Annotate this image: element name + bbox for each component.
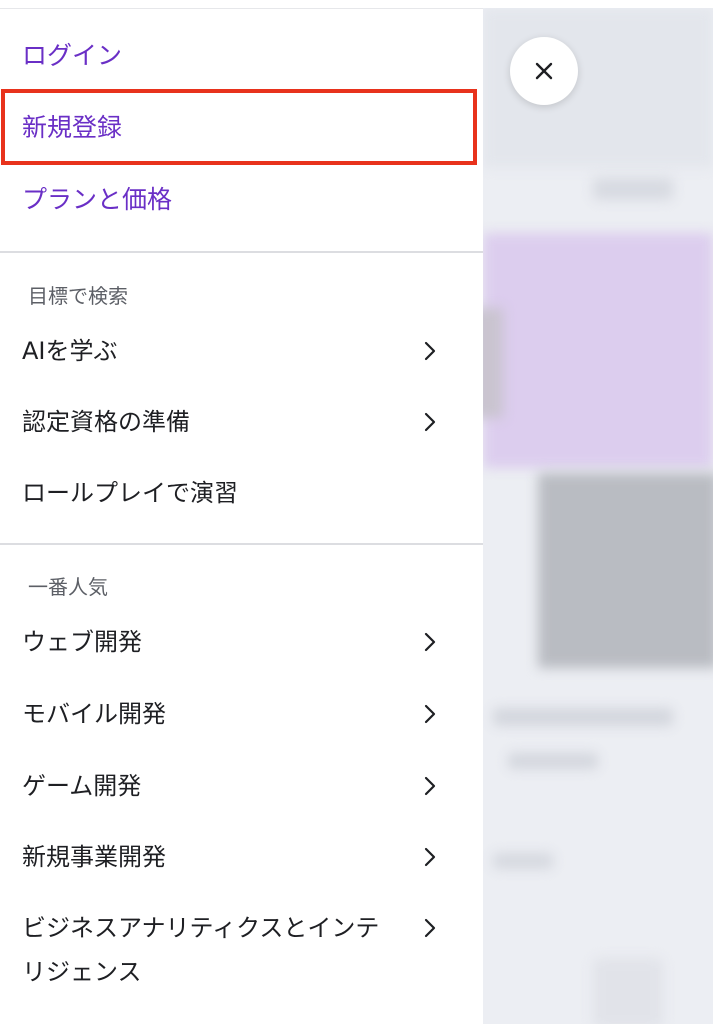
side-menu: ログイン 新規登録 プランと価格 目標で検索 AIを学ぶ 認定資格の準備 ロール… <box>0 9 483 1024</box>
menu-item-label: 認定資格の準備 <box>22 408 190 436</box>
chevron-right-icon <box>424 776 436 796</box>
close-icon <box>535 62 553 80</box>
goals-section-heading: 目標で検索 <box>28 284 128 308</box>
plans-pricing-link[interactable]: プランと価格 <box>22 184 172 216</box>
menu-item-label: ウェブ開発 <box>22 628 142 656</box>
chevron-right-icon <box>424 341 436 361</box>
chevron-right-icon <box>424 632 436 652</box>
signup-highlight-box <box>1 89 477 165</box>
chevron-right-icon <box>424 704 436 724</box>
background-page <box>483 8 713 1024</box>
menu-item-label: モバイル開発 <box>22 700 166 728</box>
chevron-right-icon <box>424 918 436 938</box>
page: ログイン 新規登録 プランと価格 目標で検索 AIを学ぶ 認定資格の準備 ロール… <box>0 0 713 1024</box>
close-menu-button[interactable] <box>510 37 578 105</box>
menu-item-label: AIを学ぶ <box>22 337 118 365</box>
menu-item-label: ビジネスアナリティクスとインテリジェンス <box>22 914 380 986</box>
divider <box>0 543 483 545</box>
chevron-right-icon <box>424 847 436 867</box>
login-link[interactable]: ログイン <box>22 40 122 72</box>
divider <box>0 251 483 253</box>
menu-item-label: ロールプレイで演習 <box>22 479 238 507</box>
chevron-right-icon <box>424 412 436 432</box>
menu-item-label: ゲーム開発 <box>22 772 142 800</box>
menu-item-label: 新規事業開発 <box>22 843 166 871</box>
popular-section-heading: 一番人気 <box>28 575 108 599</box>
